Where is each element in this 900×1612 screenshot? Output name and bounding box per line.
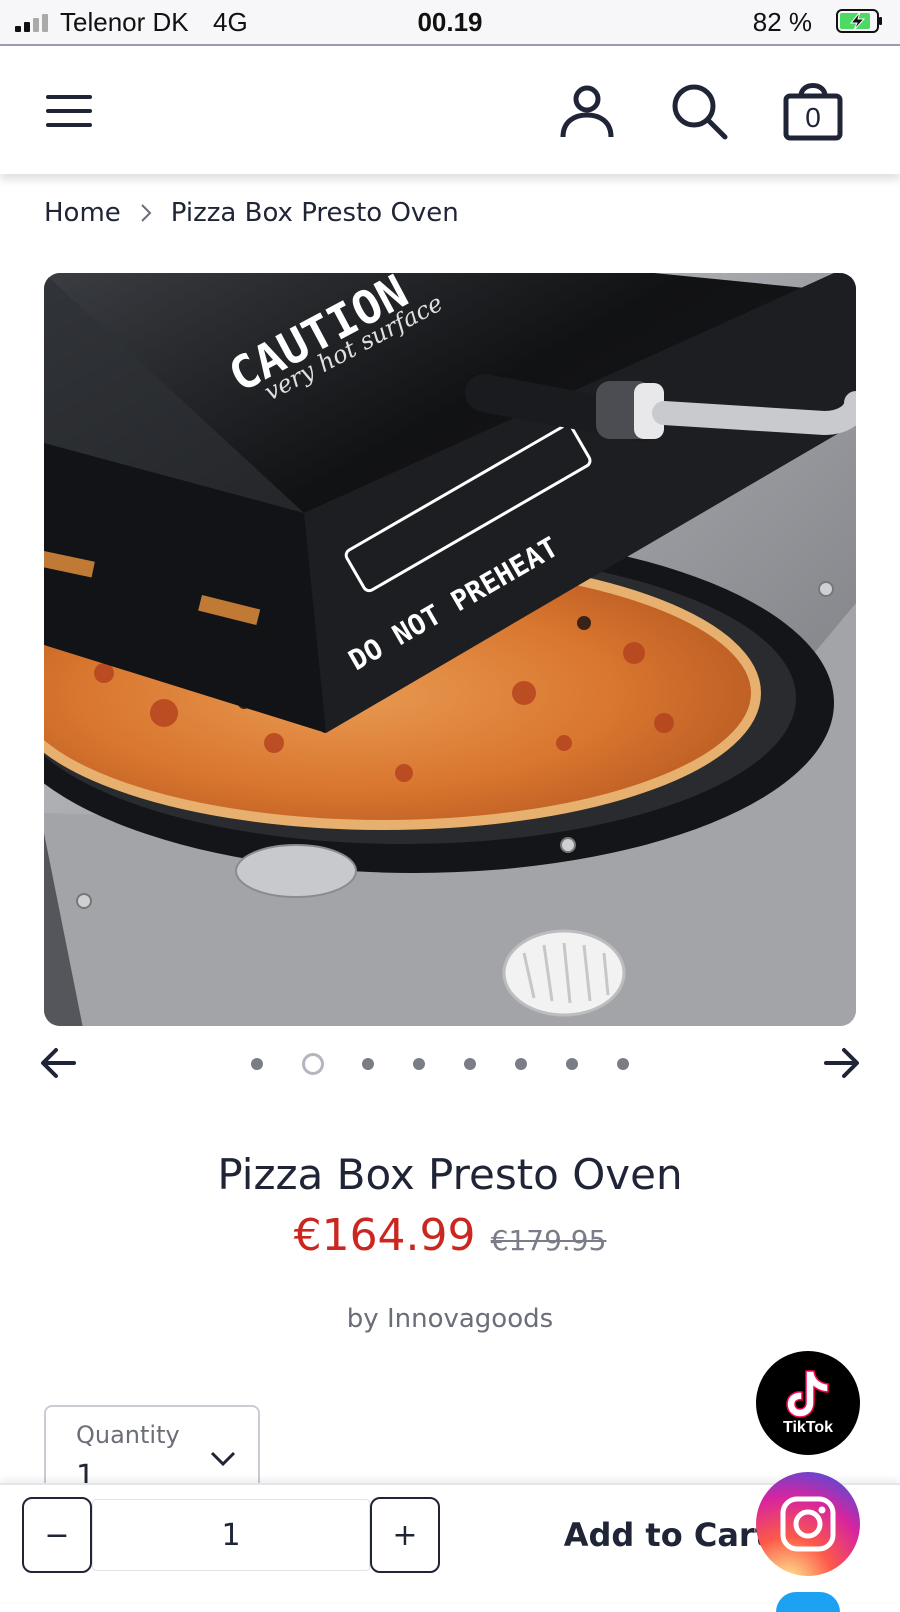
breadcrumb-current: Pizza Box Presto Oven <box>170 198 459 228</box>
search-button[interactable] <box>664 76 734 146</box>
battery-charging-icon <box>836 9 882 33</box>
tiktok-button[interactable]: TikTok <box>756 1351 860 1455</box>
product-photo: CAUTION very hot surface DO NOT PREHEAT <box>44 273 856 1026</box>
next-image-button[interactable] <box>822 1043 862 1083</box>
breadcrumb: Home Pizza Box Presto Oven <box>44 198 459 228</box>
carousel-dot[interactable] <box>413 1058 425 1070</box>
menu-icon <box>46 95 92 127</box>
battery-percentage: 82 % <box>752 7 812 37</box>
vendor-prefix: by <box>346 1304 379 1334</box>
carousel-dot[interactable] <box>617 1058 629 1070</box>
sale-price: €164.99 <box>293 1210 476 1261</box>
instagram-icon <box>780 1496 836 1552</box>
price-block: €164.99 €179.95 <box>0 1210 900 1261</box>
quantity-label: Quantity <box>76 1421 180 1449</box>
carousel-dot[interactable] <box>362 1058 374 1070</box>
account-button[interactable] <box>552 76 622 146</box>
account-icon <box>560 85 614 138</box>
instagram-button[interactable] <box>756 1472 860 1576</box>
social-button-partial[interactable] <box>776 1592 840 1612</box>
cart-button[interactable]: 0 <box>778 76 848 146</box>
increase-quantity-button[interactable]: + <box>370 1497 440 1573</box>
tiktok-label: TikTok <box>782 1419 834 1436</box>
chevron-right-icon <box>139 202 153 224</box>
quantity-input[interactable] <box>92 1499 370 1571</box>
carousel-dots <box>0 1053 900 1075</box>
carousel-dot[interactable] <box>566 1058 578 1070</box>
site-header: 0 <box>0 46 900 174</box>
status-bar: Telenor DK 4G 00.19 82 % <box>0 0 900 46</box>
compare-at-price: €179.95 <box>490 1224 607 1257</box>
search-icon <box>672 84 728 140</box>
carousel-dot[interactable] <box>515 1058 527 1070</box>
carousel-dot[interactable] <box>464 1058 476 1070</box>
breadcrumb-home-link[interactable]: Home <box>44 198 121 228</box>
cart-count: 0 <box>805 102 821 133</box>
decrease-quantity-button[interactable]: − <box>22 1497 92 1573</box>
carousel-dot[interactable] <box>302 1053 324 1075</box>
carousel-dot[interactable] <box>251 1058 263 1070</box>
tiktok-icon <box>786 1370 829 1418</box>
vendor-link[interactable]: Innovagoods <box>387 1304 553 1334</box>
chevron-down-icon <box>210 1451 236 1467</box>
product-title: Pizza Box Presto Oven <box>217 1150 683 1199</box>
menu-button[interactable] <box>34 76 104 146</box>
product-image[interactable]: CAUTION very hot surface DO NOT PREHEAT <box>44 273 856 1026</box>
vendor-line: by Innovagoods <box>0 1304 900 1334</box>
add-to-cart-button[interactable]: Add to Cart <box>560 1497 770 1573</box>
